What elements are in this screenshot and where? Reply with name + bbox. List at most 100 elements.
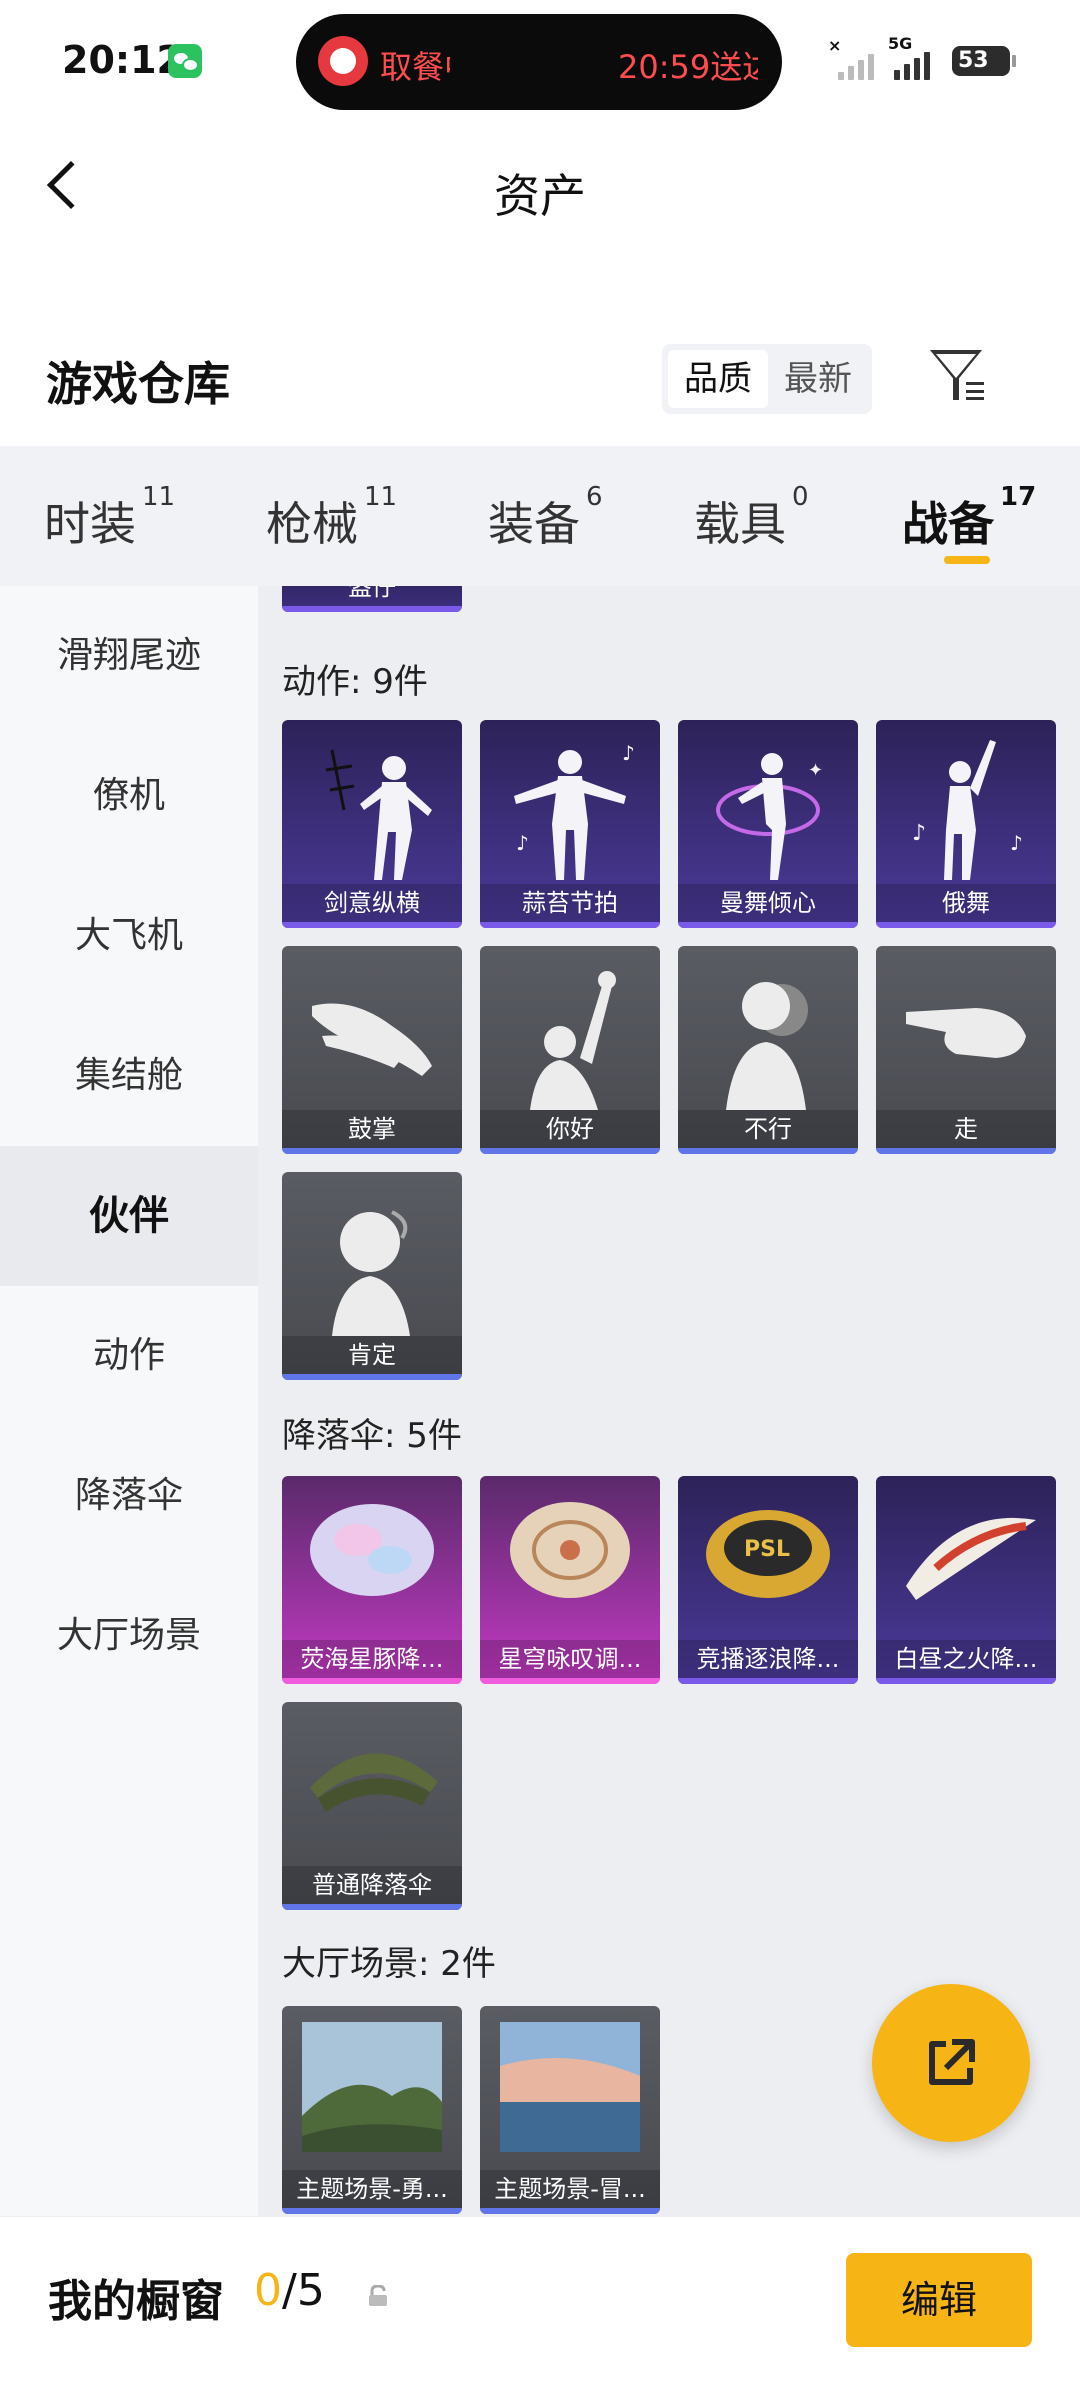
tab-count: 11 [364,482,398,512]
quality-bar [282,922,462,928]
quality-bar [282,1678,462,1684]
quality-bar [282,1374,462,1380]
signal-bar [914,58,920,80]
filter-button[interactable] [924,342,994,412]
quality-bar [876,1678,1056,1684]
sidebar-item-plane[interactable]: 大飞机 [0,866,258,1006]
tab-label: 枪械 [266,497,358,551]
tab-battle-prep[interactable]: 战备 17 [902,482,1036,554]
filter-icon-stem [953,378,959,400]
item-label: 盔仔 [282,586,462,606]
section-title-parachutes: 降落伞: 5件 [282,1416,462,1456]
item-card[interactable]: ♪ ♪ 蒜苔节拍 [480,720,660,928]
item-card[interactable]: PSL 竞播逐浪降... [678,1476,858,1684]
item-label: 主题场景-冒... [480,2170,660,2208]
item-card[interactable]: ✦ 曼舞倾心 [678,720,858,928]
signal-bar [848,66,854,80]
sidebar-item-lobby-scene[interactable]: 大厅场景 [0,1566,258,1706]
emote-clap-art [312,1003,432,1076]
emote-yes-art [332,1210,410,1336]
parachute-daylight-fire-art [906,1517,1036,1600]
item-card[interactable]: 鼓掌 [282,946,462,1154]
item-card[interactable]: 不行 [678,946,858,1154]
item-label: 普通降落伞 [282,1866,462,1904]
signal-bar [838,72,844,80]
signal-bar [904,64,910,80]
sidebar-item-wingman[interactable]: 僚机 [0,726,258,866]
tab-count: 11 [142,482,176,512]
parachute-standard-art [310,1753,438,1812]
status-icons: × 5G 53 [828,34,1028,80]
share-button[interactable] [872,1984,1030,2142]
section-title-emotes: 动作: 9件 [282,662,428,702]
sidebar-item-pod[interactable]: 集结舱 [0,1006,258,1146]
status-time: 20:12 [62,38,183,82]
item-card[interactable]: 主题场景-冒... [480,2006,660,2214]
sidebar-item-glide-trail[interactable]: 滑翔尾迹 [0,586,258,726]
item-label: 剑意纵横 [282,884,462,922]
no-signal-icon: × [828,36,842,55]
item-label: 蒜苔节拍 [480,884,660,922]
showcase-separator: / [282,2265,297,2316]
item-card[interactable]: 你好 [480,946,660,1154]
item-card[interactable]: 星穹咏叹调... [480,1476,660,1684]
item-card[interactable]: 走 [876,946,1056,1154]
tab-label: 时装 [44,497,136,551]
island-eta-text: 20:59送达 [618,48,758,86]
item-card[interactable]: ♪ ♪ 俄舞 [876,720,1056,928]
item-label: 曼舞倾心 [678,884,858,922]
network-type: 5G [888,34,913,53]
scene-adventure-art [500,2022,640,2152]
tab-fashion[interactable]: 时装 11 [44,482,175,554]
showcase-title: 我的橱窗 [48,2276,224,2327]
item-card[interactable]: 肯定 [282,1172,462,1380]
quality-bar [282,1904,462,1910]
signal-bar [924,52,930,80]
tab-label: 载具 [694,497,786,551]
quality-bar [480,1148,660,1154]
signal-bar [868,54,874,80]
quality-bar [876,922,1056,928]
quality-bar [678,1148,858,1154]
item-card[interactable]: 荧海星豚降... [282,1476,462,1684]
quality-bar [282,1148,462,1154]
item-card[interactable]: 主题场景-勇... [282,2006,462,2214]
item-label: 肯定 [282,1336,462,1374]
nav-bar: 资产 [0,130,1080,250]
tab-count: 0 [792,482,809,512]
quality-bar [282,606,462,612]
tab-count: 6 [586,482,603,512]
sidebar-item-companion[interactable]: 伙伴 [0,1146,258,1286]
emote-hello-art [530,971,616,1110]
tab-vehicles[interactable]: 载具 0 [694,482,809,554]
sort-toggle: 品质 最新 [662,344,872,414]
item-card[interactable]: 剑意纵横 [282,720,462,928]
section-title-lobby-scenes: 大厅场景: 2件 [282,1944,496,1984]
item-card[interactable]: 白昼之火降... [876,1476,1056,1684]
tab-guns[interactable]: 枪械 11 [266,482,397,554]
item-card[interactable]: 普通降落伞 [282,1702,462,1910]
showcase-bar: 我的橱窗 0/5 编辑 [0,2216,1080,2382]
sort-newest-button[interactable]: 最新 [768,350,868,408]
wechat-icon [168,44,202,78]
item-label: 俄舞 [876,884,1056,922]
sort-quality-button[interactable]: 品质 [668,350,768,408]
svg-text:♪: ♪ [912,821,926,846]
parachute-aria-art [510,1502,630,1598]
dynamic-island[interactable]: 取餐中 20:59送达 [296,14,782,110]
filter-icon-lines [966,382,984,400]
sidebar-item-emotes[interactable]: 动作 [0,1286,258,1426]
emote-walk-art [906,1008,1026,1058]
signal-bar [858,60,864,80]
emote-russian-dance-art: ♪ ♪ [912,740,1023,880]
item-label: 荧海星豚降... [282,1640,462,1678]
sidebar-item-parachute[interactable]: 降落伞 [0,1426,258,1566]
item-card-partial[interactable]: 盔仔 [282,586,462,612]
quality-bar [480,1678,660,1684]
lock-icon [369,2285,387,2306]
edit-button[interactable]: 编辑 [846,2253,1032,2347]
tab-label: 战备 [902,497,994,551]
tab-equipment[interactable]: 装备 6 [488,482,603,554]
item-label: 鼓掌 [282,1110,462,1148]
item-label: 你好 [480,1110,660,1148]
